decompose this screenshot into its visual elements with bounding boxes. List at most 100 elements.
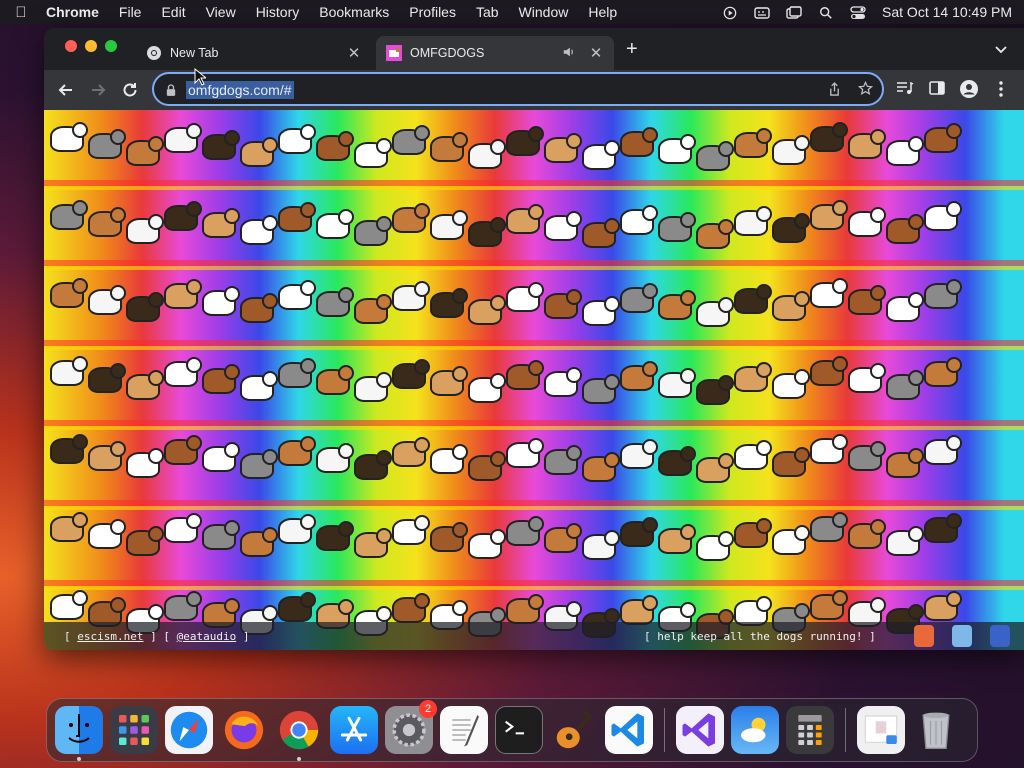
- close-tab-icon[interactable]: ✕: [588, 44, 604, 62]
- menubar-clock[interactable]: Sat Oct 14 10:49 PM: [882, 4, 1012, 20]
- dog-row: [44, 500, 1024, 578]
- menu-app-name[interactable]: Chrome: [46, 4, 99, 20]
- running-dog-sprite: [848, 207, 886, 237]
- menu-tab[interactable]: Tab: [476, 4, 499, 20]
- safari-icon[interactable]: [165, 706, 213, 754]
- running-dog-sprite: [848, 363, 886, 393]
- chevron-down-icon[interactable]: [994, 42, 1008, 60]
- chrome-app-icon[interactable]: [275, 706, 323, 761]
- menu-view[interactable]: View: [206, 4, 236, 20]
- footer-avatar-icon[interactable]: [952, 625, 972, 647]
- calculator-icon[interactable]: [786, 706, 834, 754]
- share-icon[interactable]: [828, 82, 841, 102]
- lock-icon[interactable]: [166, 83, 176, 101]
- address-bar[interactable]: omfgdogs.com/#: [152, 72, 884, 106]
- running-dog-sprite: [468, 451, 506, 481]
- menu-window[interactable]: Window: [519, 4, 569, 20]
- running-dog-sprite: [658, 446, 696, 476]
- visual-studio-icon[interactable]: [676, 706, 724, 754]
- running-dog-sprite: [240, 215, 278, 245]
- tab-strip: New Tab ✕ OMFGDOGS ✕ +: [44, 28, 1024, 70]
- close-tab-icon[interactable]: ✕: [346, 44, 362, 62]
- fullscreen-window-button[interactable]: [105, 40, 117, 52]
- tab-new-tab[interactable]: New Tab ✕: [136, 36, 372, 70]
- running-dog-sprite: [88, 363, 126, 393]
- document-preview-icon[interactable]: [857, 706, 905, 754]
- menu-file[interactable]: File: [119, 4, 142, 20]
- running-dog-sprite: [506, 282, 544, 312]
- footer-links: [ escism.net ] [ @eataudio ]: [64, 629, 250, 643]
- reload-icon[interactable]: [120, 80, 140, 100]
- weather-icon[interactable]: [731, 706, 779, 754]
- firefox-icon[interactable]: [220, 706, 268, 754]
- running-dog-sprite: [430, 522, 468, 552]
- textedit-icon[interactable]: [440, 706, 488, 754]
- chrome-window: New Tab ✕ OMFGDOGS ✕ + omfgdogs.com/# […: [44, 28, 1024, 650]
- running-dog-sprite: [126, 214, 164, 244]
- side-panel-icon[interactable]: [929, 80, 945, 101]
- new-tab-plus-icon[interactable]: +: [626, 39, 638, 59]
- running-dog-sprite: [278, 124, 316, 154]
- running-dog-sprite: [278, 514, 316, 544]
- running-dog-sprite: [316, 521, 354, 551]
- screen-mirroring-icon[interactable]: [786, 5, 802, 19]
- vscode-icon[interactable]: [605, 706, 653, 754]
- garageband-icon[interactable]: [550, 706, 598, 754]
- running-dog-sprite: [126, 448, 164, 478]
- tab-omfgdogs[interactable]: OMFGDOGS ✕: [376, 36, 614, 70]
- running-dog-sprite: [430, 132, 468, 162]
- running-dog-sprite: [240, 449, 278, 479]
- media-control-icon[interactable]: [896, 80, 914, 101]
- menu-help[interactable]: Help: [588, 4, 617, 20]
- system-settings-icon[interactable]: 2: [385, 700, 437, 754]
- footer-avatar-icon[interactable]: [914, 625, 934, 647]
- menu-bookmarks[interactable]: Bookmarks: [319, 4, 389, 20]
- keyboard-icon[interactable]: [754, 6, 770, 19]
- running-dog-sprite: [88, 441, 126, 471]
- app-store-icon[interactable]: [330, 706, 378, 754]
- minimize-window-button[interactable]: [85, 40, 97, 52]
- running-dog-sprite: [164, 279, 202, 309]
- running-dog-sprite: [544, 445, 582, 475]
- menu-profiles[interactable]: Profiles: [409, 4, 456, 20]
- running-dog-sprite: [620, 517, 658, 547]
- running-dog-sprite: [50, 434, 88, 464]
- running-dog-sprite: [734, 362, 772, 392]
- running-dog-sprite: [924, 435, 962, 465]
- running-dog-sprite: [468, 295, 506, 325]
- terminal-icon[interactable]: [495, 706, 543, 754]
- running-dog-sprite: [544, 289, 582, 319]
- running-dog-sprite: [848, 441, 886, 471]
- speaker-icon[interactable]: [562, 45, 578, 62]
- running-dog-sprite: [506, 126, 544, 156]
- escism-link[interactable]: escism.net: [77, 630, 143, 643]
- running-dog-sprite: [886, 526, 924, 556]
- more-options-icon[interactable]: [998, 80, 1004, 103]
- dock-separator: [664, 708, 665, 752]
- running-dog-sprite: [88, 285, 126, 315]
- finder-icon[interactable]: [55, 706, 103, 761]
- running-dog-sprite: [582, 140, 620, 170]
- running-dog-sprite: [50, 122, 88, 152]
- running-dog-sprite: [354, 450, 392, 480]
- back-arrow-icon[interactable]: [56, 80, 76, 100]
- menu-history[interactable]: History: [256, 4, 300, 20]
- menu-edit[interactable]: Edit: [161, 4, 185, 20]
- bookmark-star-icon[interactable]: [857, 80, 874, 101]
- control-center-icon[interactable]: [850, 5, 866, 19]
- trash-icon[interactable]: [912, 706, 960, 754]
- apple-menu-icon[interactable]: : [12, 4, 30, 21]
- running-dog-sprite: [126, 370, 164, 400]
- spotlight-search-icon[interactable]: [818, 6, 834, 19]
- footer-avatar-icon[interactable]: [990, 625, 1010, 647]
- running-dog-sprite: [810, 590, 848, 620]
- profile-icon[interactable]: [960, 80, 978, 103]
- launchpad-icon[interactable]: [110, 706, 158, 754]
- omfgdogs-page[interactable]: [ escism.net ] [ @eataudio ] [ help keep…: [44, 110, 1024, 650]
- media-play-icon[interactable]: [722, 6, 738, 19]
- close-window-button[interactable]: [65, 40, 77, 52]
- running-dog-sprite: [696, 453, 734, 483]
- eataudio-link[interactable]: @eataudio: [177, 630, 237, 643]
- omfgdogs-favicon: [386, 45, 402, 61]
- forward-arrow-icon[interactable]: [88, 80, 108, 100]
